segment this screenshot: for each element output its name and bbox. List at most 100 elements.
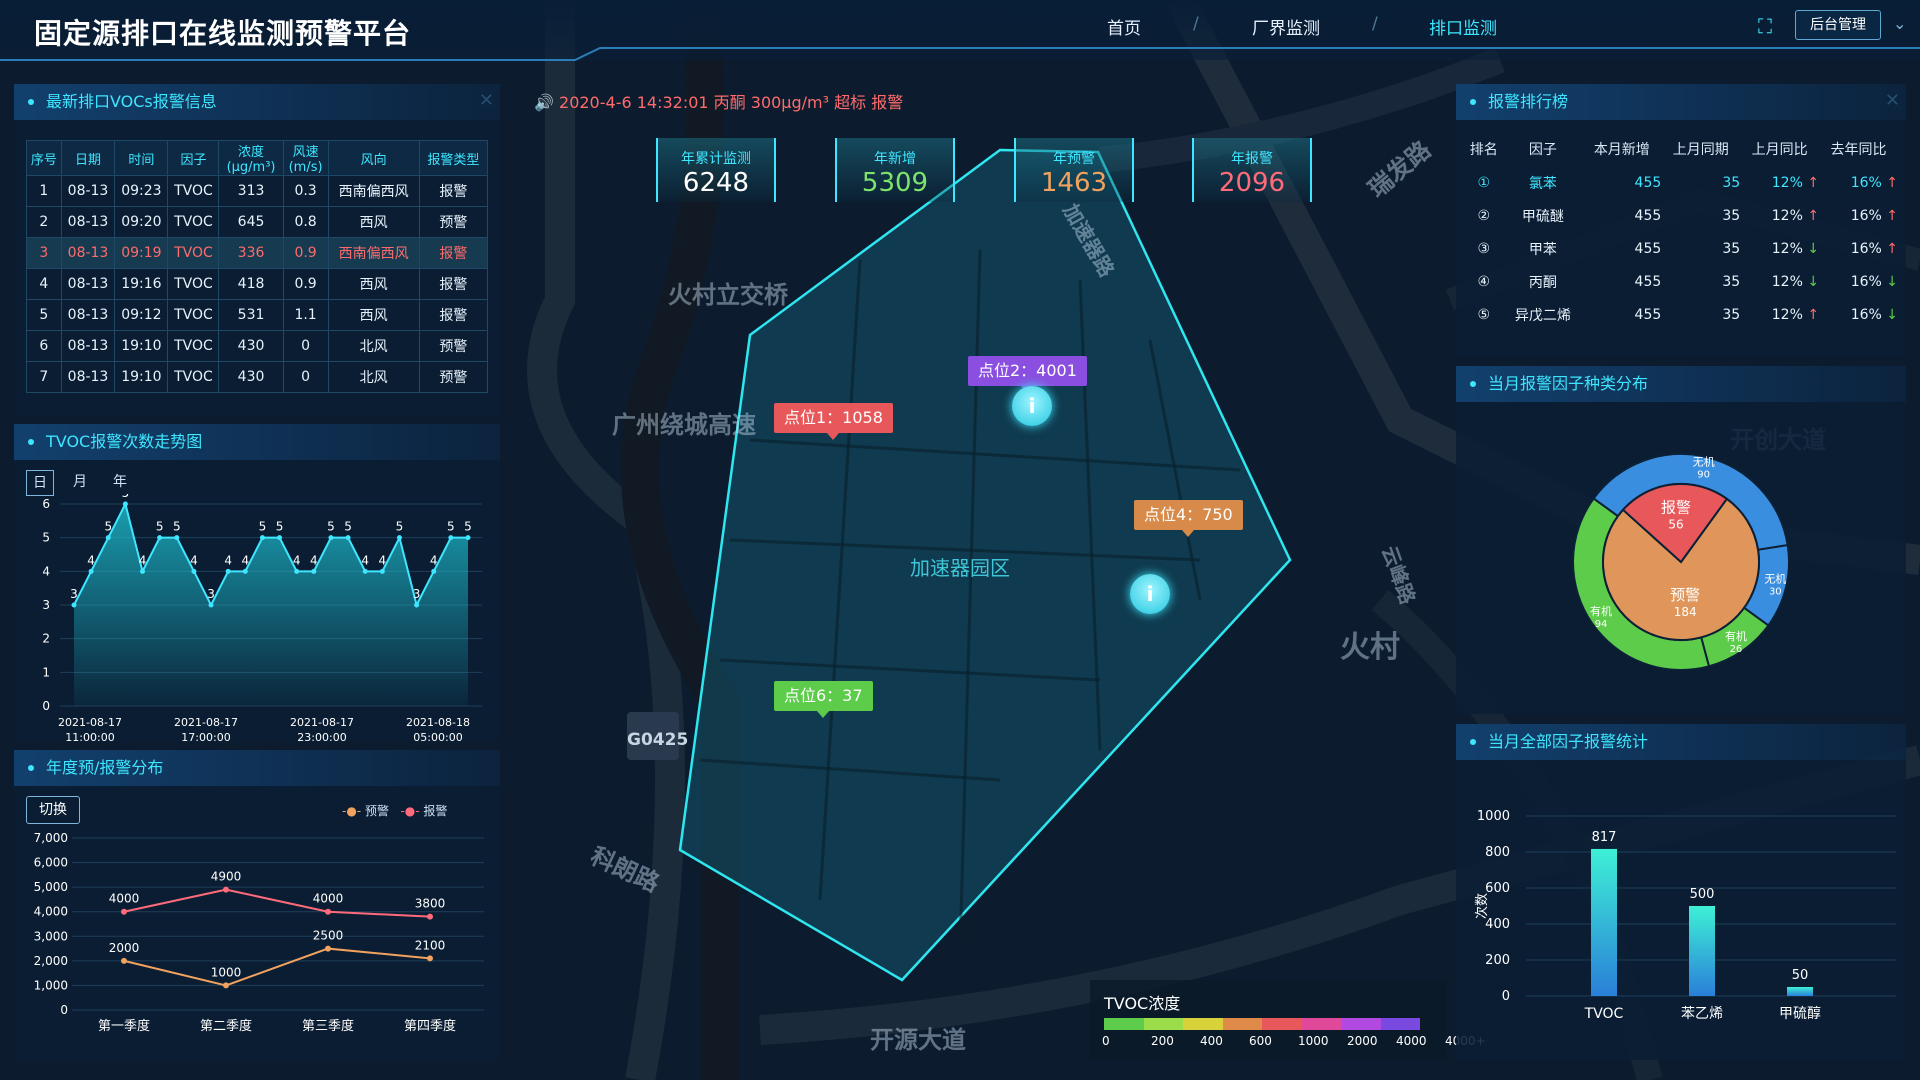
x-tick-label: 第一季度 — [98, 1018, 150, 1034]
legend-label: 预警 — [364, 804, 389, 818]
table-row[interactable]: 3 08-13 09:19 TVOC 336 0.9 西南偏西风 报警 — [26, 237, 489, 269]
nav-home[interactable]: 首页 — [1107, 14, 1141, 39]
table-cell: 北风 — [327, 361, 420, 393]
point-tag-2[interactable]: 点位2：4001 — [968, 356, 1087, 393]
new-count: 455 — [1634, 273, 1662, 290]
rank-number: ① — [1477, 174, 1490, 191]
close-icon[interactable]: ✕ — [1885, 90, 1900, 111]
data-point — [88, 568, 94, 574]
trend-chart: 01234563455455434455445544534552021-08-1… — [42, 494, 482, 742]
data-point — [431, 568, 437, 574]
data-point — [140, 568, 146, 574]
series-line — [123, 947, 431, 987]
data-label: 4 — [190, 553, 198, 567]
point-tag-4[interactable]: 点位4：750 — [1134, 500, 1243, 537]
data-label: 2000 — [109, 941, 140, 955]
close-icon[interactable]: ✕ — [479, 90, 494, 111]
scale-swatch — [1262, 1018, 1302, 1030]
table-row[interactable]: 7 08-13 19:10 TVOC 430 0 北风 预警 — [26, 361, 489, 393]
rank-number: ④ — [1477, 273, 1490, 290]
rank-row[interactable]: ② 甲硫醚 455 35 12% ↑ 16% ↑ — [1464, 199, 1898, 232]
table-cell: TVOC — [167, 268, 220, 300]
alarm-ticker[interactable]: 🔊 2020-4-6 14:32:01 丙酮 300μg/m³ 超标 报警 — [534, 89, 903, 113]
slice-label: 预警 — [1670, 586, 1700, 604]
table-row[interactable]: 6 08-13 19:10 TVOC 430 0 北风 预警 — [26, 330, 489, 362]
ratio-cell: 16% ↓ — [1819, 265, 1898, 298]
table-cell: 09:19 — [114, 237, 169, 269]
data-point — [448, 535, 454, 541]
location-pin-icon[interactable]: i — [1130, 574, 1170, 614]
data-point — [379, 568, 385, 574]
table-cell: 北风 — [327, 330, 420, 362]
ratio-value: 16% — [1850, 174, 1882, 191]
point-tag-1[interactable]: 点位1：1058 — [774, 403, 893, 440]
column-header: 排名 — [1469, 142, 1498, 158]
last-count: 35 — [1722, 240, 1741, 257]
data-point — [427, 955, 433, 962]
data-point — [345, 535, 351, 541]
table-cell: TVOC — [167, 330, 220, 362]
rank-row[interactable]: ③ 甲苯 455 35 12% ↓ 16% ↑ — [1464, 232, 1898, 265]
series-line — [123, 888, 431, 918]
admin-button[interactable]: 后台管理 — [1795, 10, 1881, 40]
fullscreen-icon[interactable]: ⛶ — [1758, 14, 1782, 38]
data-label: 5 — [156, 520, 164, 534]
nav-boundary[interactable]: 厂界监测 — [1252, 14, 1320, 39]
data-label: 3 — [207, 587, 215, 601]
y-tick-label: 0 — [60, 1003, 68, 1017]
data-label: 4 — [430, 553, 438, 567]
table-cell: 19:10 — [114, 361, 169, 393]
table-row[interactable]: 5 08-13 09:12 TVOC 531 1.1 西风 报警 — [26, 299, 489, 331]
table-cell: 西南偏西风 — [327, 237, 420, 269]
ratio-value: 16% — [1850, 240, 1882, 257]
table-cell: 0.8 — [282, 206, 329, 238]
table-row[interactable]: 4 08-13 19:16 TVOC 418 0.9 西风 报警 — [26, 268, 489, 300]
rank-row[interactable]: ⑤ 异戊二烯 455 35 12% ↑ 16% ↓ — [1464, 298, 1898, 331]
table-cell: 08-13 — [60, 361, 116, 393]
panel-title: 当月报警因子种类分布 — [1456, 366, 1906, 402]
data-point — [225, 568, 231, 574]
table-row[interactable]: 2 08-13 09:20 TVOC 645 0.8 西风 预警 — [26, 206, 489, 238]
rank-row[interactable]: ④ 丙酮 455 35 12% ↓ 16% ↓ — [1464, 265, 1898, 298]
table-cell: 5 — [26, 299, 62, 331]
vocs-panel: 最新排口VOCs报警信息 ✕ 序号 日期 时间 因子 浓度 (μg/m³) 风速 (m/s) 风… — [14, 84, 500, 416]
tab-year[interactable]: 年 — [106, 470, 134, 496]
data-point — [242, 568, 248, 574]
point-tag-6[interactable]: 点位6：37 — [774, 681, 873, 718]
rank-row[interactable]: ① 氯苯 455 35 12% ↑ 16% ↑ — [1464, 166, 1898, 199]
ratio-value: 12% — [1771, 174, 1803, 191]
stat-panel: 当月全部因子报警统计 0 200 400 600 800 1000 次数 817 TVOC 500… — [1456, 724, 1906, 1060]
table-cell: 预警 — [418, 361, 489, 393]
rank-number: ⑤ — [1477, 306, 1490, 323]
nav-outlet[interactable]: 排口监测 — [1429, 14, 1497, 39]
x-tick-label: TVOC — [1584, 1006, 1624, 1022]
column-header: 风向 — [327, 140, 420, 176]
chevron-down-icon[interactable]: ⌄ — [1893, 14, 1906, 33]
switch-button[interactable]: 切换 — [26, 796, 80, 824]
tab-month[interactable]: 月 — [66, 470, 94, 496]
scale-swatch — [1104, 1018, 1144, 1030]
rank-number: ② — [1477, 207, 1490, 224]
data-point — [362, 568, 368, 574]
table-cell: 西风 — [327, 268, 420, 300]
vocs-table: 序号 日期 时间 因子 浓度 (μg/m³) 风速 (m/s) 风向 报警类型 1 08-13 09:2… — [26, 140, 489, 393]
data-point — [157, 535, 163, 541]
slice-value: 184 — [1674, 605, 1697, 619]
data-point — [223, 886, 229, 893]
kpi-value: 5309 — [861, 168, 929, 198]
data-label: 2500 — [313, 929, 344, 943]
kpi-card: 年预警 1463 — [1014, 138, 1134, 202]
column-header: 因子 — [167, 140, 220, 176]
x-tick-label: 2021-08-17 — [58, 716, 122, 729]
y-tick-label: 6 — [42, 497, 50, 511]
data-point — [208, 602, 214, 608]
header: 固定源排口在线监测预警平台 首页 / 厂界监测 / 排口监测 ⛶ 后台管理 ⌄ — [0, 0, 1920, 61]
location-pin-icon[interactable]: i — [1012, 386, 1052, 426]
tab-day[interactable]: 日 — [26, 470, 54, 496]
table-cell: TVOC — [167, 361, 220, 393]
panel-title: TVOC报警次数走势图 — [14, 424, 500, 460]
data-point — [277, 535, 283, 541]
table-cell: TVOC — [167, 237, 220, 269]
table-row[interactable]: 1 08-13 09:23 TVOC 313 0.3 西南偏西风 报警 — [26, 175, 489, 207]
table-cell: 6 — [26, 330, 62, 362]
